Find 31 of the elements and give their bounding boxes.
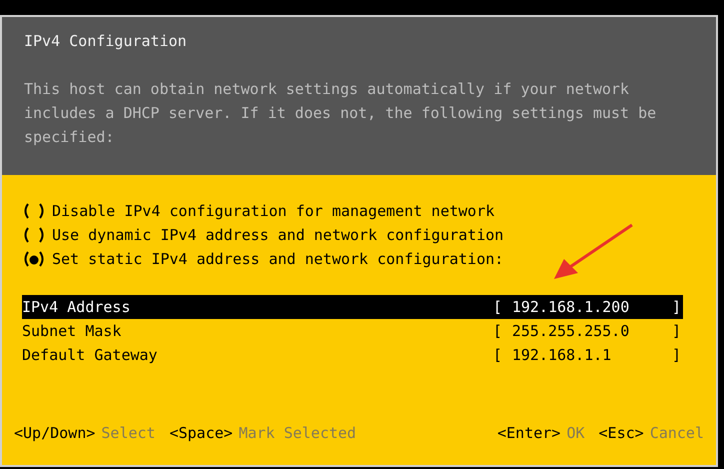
field-row[interactable]: Subnet Mask [ 255.255.255.0 ] [22,319,683,343]
bracket: [ [492,297,502,318]
field-value: 192.168.1.1 [512,345,612,366]
field-row[interactable]: Default Gateway [ 192.168.1.1 ] [22,343,683,367]
radio-icon[interactable] [22,226,46,244]
radio-icon[interactable] [22,250,46,268]
key-label: <Esc> [598,423,644,444]
key-action: OK [566,423,585,444]
dialog-title: IPv4 Configuration [24,31,188,52]
bracket: [ [492,321,502,342]
key-label: <Space> [169,423,233,444]
field-row[interactable]: IPv4 Address [ 192.168.1.200 ] [22,295,683,319]
bracket: ] [672,321,681,342]
option-label[interactable]: Use dynamic IPv4 address and network configuration [52,223,504,247]
field-value: 255.255.255.0 [512,321,630,342]
field-label: IPv4 Address [22,297,132,318]
option-label[interactable]: Set static IPv4 address and network configuration: [52,247,504,271]
key-action: Mark Selected [238,423,356,444]
key-label: <Up/Down> [14,423,96,444]
key-label: <Enter> [497,423,561,444]
option-label[interactable]: Disable IPv4 configuration for management network [52,199,495,223]
field-label: Default Gateway [22,345,158,366]
key-action: Select [101,423,156,444]
key-action: Cancel [650,423,704,444]
field-label: Subnet Mask [22,321,122,342]
dialog-description: This host can obtain network settings automatically if your network includes a DHCP server. If it does not, the following settings must be specified: [24,79,658,148]
bracket: ] [672,297,681,318]
field-value: 192.168.1.200 [512,297,630,318]
bracket: ] [672,345,681,366]
radio-icon[interactable] [22,202,46,220]
bracket: [ [492,345,502,366]
